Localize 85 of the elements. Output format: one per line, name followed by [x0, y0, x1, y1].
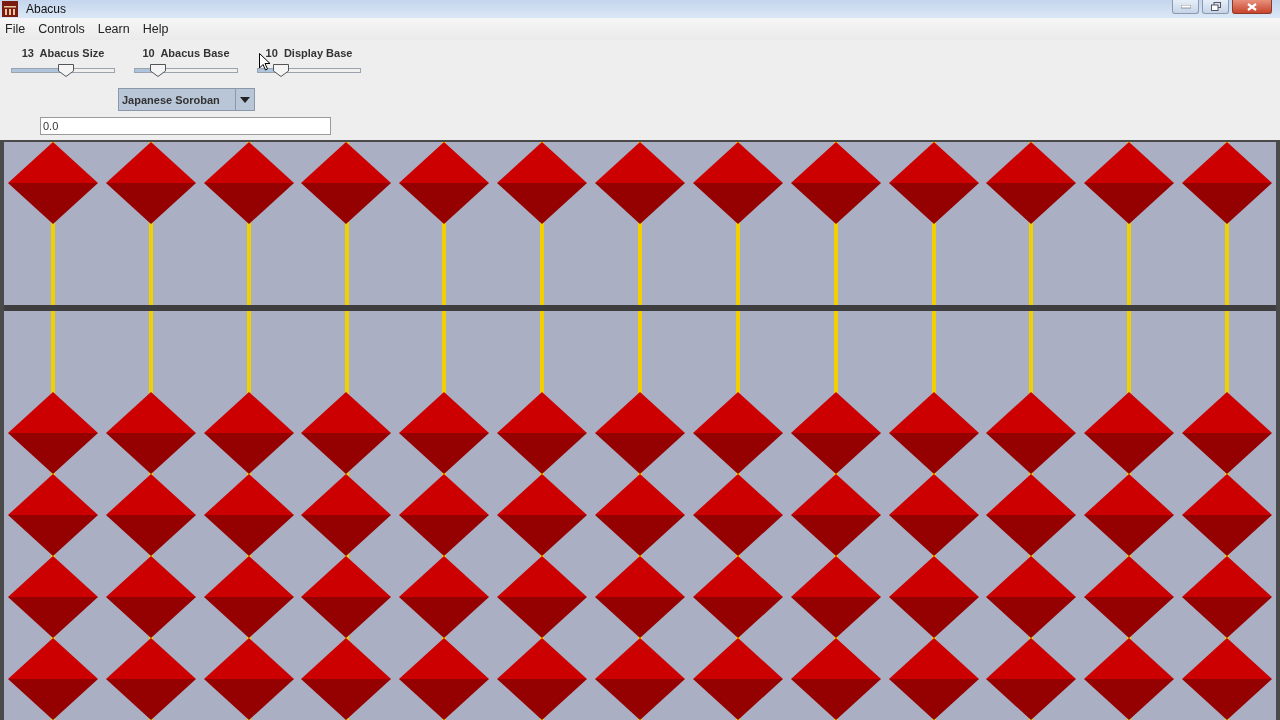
- bead[interactable]: [888, 474, 979, 556]
- bead[interactable]: [497, 556, 588, 638]
- bead[interactable]: [105, 392, 196, 474]
- bead[interactable]: [105, 142, 196, 224]
- minimize-icon: [1180, 4, 1191, 9]
- bead[interactable]: [790, 142, 881, 224]
- bead[interactable]: [692, 392, 783, 474]
- bead[interactable]: [399, 638, 490, 720]
- bead[interactable]: [399, 392, 490, 474]
- bead[interactable]: [7, 638, 98, 720]
- bead[interactable]: [7, 142, 98, 224]
- bead[interactable]: [888, 556, 979, 638]
- bead[interactable]: [497, 142, 588, 224]
- slider-label: 13 Abacus Size: [21, 47, 105, 59]
- bead[interactable]: [203, 392, 294, 474]
- bead[interactable]: [105, 556, 196, 638]
- bead[interactable]: [888, 392, 979, 474]
- bead[interactable]: [105, 638, 196, 720]
- bead[interactable]: [203, 556, 294, 638]
- bead[interactable]: [986, 474, 1077, 556]
- bead[interactable]: [301, 142, 392, 224]
- bead[interactable]: [986, 142, 1077, 224]
- bead[interactable]: [497, 474, 588, 556]
- bead[interactable]: [595, 142, 685, 224]
- bead[interactable]: [203, 142, 294, 224]
- bead[interactable]: [7, 392, 98, 474]
- bead[interactable]: [692, 638, 783, 720]
- bead[interactable]: [301, 474, 392, 556]
- bead[interactable]: [790, 556, 881, 638]
- bead[interactable]: [399, 556, 490, 638]
- restore-button[interactable]: [1202, 0, 1229, 14]
- abacus-icon: [2, 1, 18, 17]
- bead[interactable]: [1182, 392, 1273, 474]
- bead[interactable]: [692, 556, 783, 638]
- bead[interactable]: [7, 474, 98, 556]
- bead[interactable]: [1084, 556, 1175, 638]
- slider-label: 10 Abacus Base: [142, 47, 230, 59]
- bead[interactable]: [7, 556, 98, 638]
- bead[interactable]: [986, 392, 1077, 474]
- close-icon: [1247, 2, 1257, 11]
- value-field[interactable]: 0.0: [40, 117, 331, 135]
- bead[interactable]: [1182, 638, 1273, 720]
- bead[interactable]: [203, 474, 294, 556]
- bead[interactable]: [497, 638, 588, 720]
- bead[interactable]: [301, 392, 392, 474]
- bead[interactable]: [595, 556, 685, 638]
- bead[interactable]: [399, 474, 490, 556]
- bead[interactable]: [105, 474, 196, 556]
- abacus-type-dropdown[interactable]: Japanese Soroban: [118, 88, 255, 111]
- bead[interactable]: [888, 638, 979, 720]
- bead[interactable]: [790, 392, 881, 474]
- menu-item[interactable]: Learn: [97, 22, 130, 36]
- bead[interactable]: [1084, 474, 1175, 556]
- bead[interactable]: [692, 142, 783, 224]
- bead[interactable]: [986, 556, 1077, 638]
- bead[interactable]: [1084, 392, 1175, 474]
- bead[interactable]: [301, 638, 392, 720]
- menu-item[interactable]: File: [5, 22, 26, 36]
- bead[interactable]: [595, 474, 685, 556]
- bead[interactable]: [399, 142, 490, 224]
- menu-item[interactable]: Controls: [38, 22, 85, 36]
- bead[interactable]: [986, 638, 1077, 720]
- slider-label: 10 Display Base: [265, 47, 353, 59]
- bead[interactable]: [1182, 142, 1273, 224]
- bead[interactable]: [790, 474, 881, 556]
- bead[interactable]: [1182, 474, 1273, 556]
- bead[interactable]: [790, 638, 881, 720]
- restore-icon: [1210, 2, 1221, 11]
- bead[interactable]: [595, 392, 685, 474]
- bead[interactable]: [203, 638, 294, 720]
- menu-item[interactable]: Help: [142, 22, 169, 36]
- bead[interactable]: [888, 142, 979, 224]
- bead[interactable]: [1084, 142, 1175, 224]
- bead[interactable]: [301, 556, 392, 638]
- bead[interactable]: [692, 474, 783, 556]
- close-button[interactable]: [1232, 0, 1272, 14]
- bead[interactable]: [595, 638, 685, 720]
- caret-icon: [240, 96, 250, 103]
- slider-thumb[interactable]: [273, 64, 290, 77]
- bead[interactable]: [1182, 556, 1273, 638]
- bead[interactable]: [497, 392, 588, 474]
- window-title: Abacus: [26, 2, 67, 16]
- slider-thumb[interactable]: [150, 64, 167, 77]
- bead[interactable]: [1084, 638, 1175, 720]
- slider-thumb[interactable]: [58, 64, 75, 77]
